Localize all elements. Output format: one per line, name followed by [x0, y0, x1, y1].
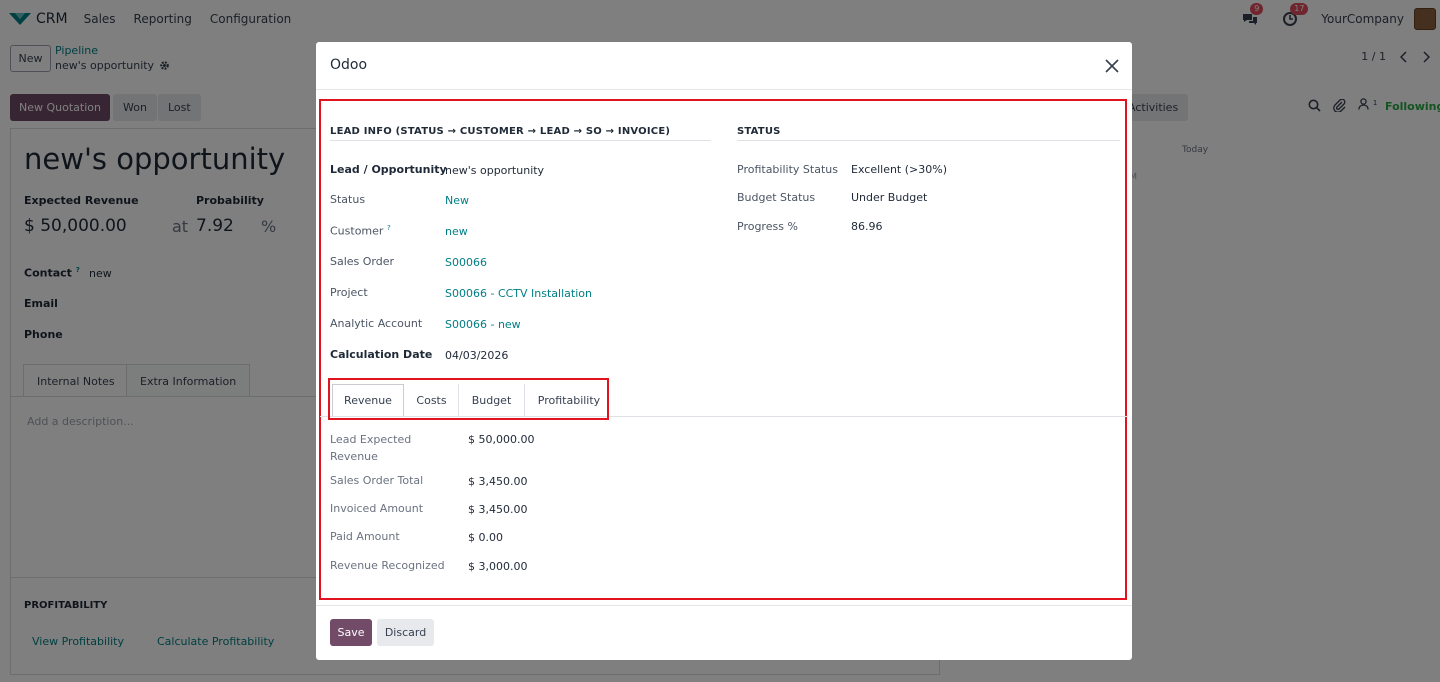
status-value[interactable]: New	[445, 194, 469, 207]
project-value[interactable]: S00066 - CCTV Installation	[445, 287, 592, 300]
invoiced-amount-value: $ 3,450.00	[468, 503, 528, 516]
status-heading: STATUS	[737, 126, 781, 137]
budget-status-value[interactable]: Under Budget	[851, 191, 927, 204]
sales-order-label: Sales Order	[330, 255, 395, 268]
close-icon[interactable]	[1104, 58, 1120, 74]
customer-label-text: Customer	[330, 224, 384, 238]
customer-label: Customer ?	[330, 224, 391, 238]
lead-expected-revenue-label: Lead Expected Revenue	[330, 431, 411, 465]
lead-expected-revenue-label-line2: Revenue	[330, 450, 378, 463]
customer-help-icon[interactable]: ?	[387, 224, 391, 232]
invoiced-amount-label: Invoiced Amount	[330, 502, 424, 515]
sales-order-total-label: Sales Order Total	[330, 474, 424, 487]
analytic-account-label: Analytic Account	[330, 317, 423, 330]
sales-order-total-value: $ 3,450.00	[468, 475, 528, 488]
paid-amount-value: $ 0.00	[468, 531, 503, 544]
status-divider	[737, 140, 1120, 141]
budget-status-label: Budget Status	[737, 191, 816, 204]
lead-opportunity-label: Lead / Opportunity	[330, 163, 447, 176]
calculation-date-label: Calculation Date	[330, 348, 433, 361]
highlight-box-tabs	[328, 378, 609, 420]
dialog-footer-divider	[316, 605, 1132, 606]
save-button[interactable]: Save	[330, 619, 372, 646]
calculation-date-value[interactable]: 04/03/2026	[445, 349, 508, 362]
revenue-recognized-label: Revenue Recognized	[330, 559, 445, 572]
project-label: Project	[330, 286, 368, 299]
revenue-recognized-value: $ 3,000.00	[468, 560, 528, 573]
profitability-status-label: Profitability Status	[737, 163, 838, 176]
dialog-header: Odoo	[316, 42, 1132, 90]
lead-info-heading: LEAD INFO (STATUS → CUSTOMER → LEAD → SO…	[330, 126, 671, 137]
lead-expected-revenue-value: $ 50,000.00	[468, 433, 535, 446]
progress-value[interactable]: 86.96	[851, 220, 883, 233]
profitability-status-value[interactable]: Excellent (>30%)	[851, 163, 947, 176]
lead-info-divider	[330, 140, 711, 141]
paid-amount-label: Paid Amount	[330, 530, 400, 543]
analytic-account-value[interactable]: S00066 - new	[445, 318, 521, 331]
dialog-title: Odoo	[330, 57, 368, 73]
discard-button[interactable]: Discard	[377, 619, 434, 646]
status-label: Status	[330, 193, 366, 206]
lead-opportunity-value[interactable]: new's opportunity	[445, 164, 544, 177]
lead-expected-revenue-label-line1: Lead Expected	[330, 433, 412, 446]
odoo-dialog: Odoo LEAD INFO (STATUS → CUSTOMER → LEAD…	[316, 42, 1132, 660]
progress-label: Progress %	[737, 220, 798, 233]
customer-value[interactable]: new	[445, 225, 468, 238]
sales-order-value[interactable]: S00066	[445, 256, 487, 269]
